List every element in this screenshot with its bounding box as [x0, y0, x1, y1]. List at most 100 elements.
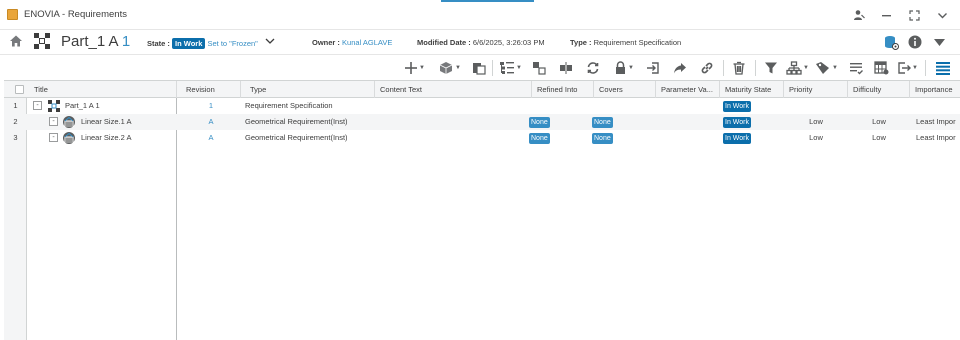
covers-badge[interactable]: None [592, 117, 613, 128]
info-icon[interactable] [907, 34, 923, 50]
column-header-content-text[interactable]: Content Text [375, 81, 532, 98]
column-header-difficulty[interactable]: Difficulty [848, 81, 910, 98]
select-all-checkbox[interactable] [15, 85, 24, 94]
geometrical-requirement-icon [62, 115, 76, 129]
grid-header: Title Revision Type Content Text Refined… [4, 81, 960, 98]
row-number: 3 [13, 133, 18, 142]
row-type: Geometrical Requirement(Inst) [245, 117, 348, 126]
type-value: Requirement Specification [593, 38, 682, 47]
row-importance: Least Impor [916, 117, 956, 126]
table-row[interactable]: 3 - Linear Size.2 A A Geometrical Requir… [4, 130, 960, 146]
fullscreen-icon[interactable] [906, 7, 922, 23]
row-maturity-state: In Work [720, 114, 784, 130]
active-tab-indicator [441, 0, 534, 2]
row-title[interactable]: Linear Size.1 A [81, 114, 176, 130]
toolbar-separator [723, 60, 724, 76]
toolbar: ▼ ▼ ▼ ▼ ▼ ▼ ▼ [0, 56, 960, 79]
app-logo [7, 9, 18, 20]
set-frozen-link[interactable]: Set to "Frozen" [207, 39, 257, 48]
replace-icon[interactable] [532, 59, 546, 77]
column-header-refined-into[interactable]: Refined Into [532, 81, 594, 98]
state-badge: In Work [172, 38, 206, 49]
import-icon[interactable] [646, 59, 660, 77]
row-revision: A [208, 117, 214, 126]
delete-icon[interactable] [732, 59, 746, 77]
geometrical-requirement-icon [62, 131, 76, 145]
hierarchy-icon[interactable]: ▼ [786, 59, 809, 77]
tag-icon[interactable]: ▼ [815, 59, 838, 77]
owner-field: Owner : Kunal AGLAVE [312, 38, 392, 47]
refresh-icon[interactable] [586, 59, 600, 77]
add-icon[interactable]: ▼ [404, 59, 425, 77]
row-difficulty: Low [872, 117, 886, 126]
toolbar-separator [755, 60, 756, 76]
row-number: 1 [13, 101, 18, 110]
column-header-priority[interactable]: Priority [784, 81, 848, 98]
column-header-maturity-state[interactable]: Maturity State [720, 81, 784, 98]
export-icon[interactable]: ▼ [897, 59, 918, 77]
type-label: Type : [570, 38, 592, 47]
maturity-badge: In Work [723, 101, 751, 112]
row-refined-into: None [529, 130, 589, 146]
structure-icon[interactable]: ▼ [499, 59, 522, 77]
column-header-revision[interactable]: Revision [181, 81, 241, 98]
object-revision: 1 [121, 33, 131, 50]
insert-icon[interactable]: ▼ [438, 59, 461, 77]
collapse-row-button[interactable]: - [33, 101, 42, 110]
collapse-header-icon[interactable] [931, 34, 947, 50]
minimize-icon[interactable] [878, 7, 894, 23]
object-title: Part_1 A 1 [61, 33, 130, 50]
object-name: Part_1 A [61, 33, 118, 50]
column-header-covers[interactable]: Covers [594, 81, 656, 98]
row-title[interactable]: Part_1 A 1 [65, 98, 175, 114]
state-dropdown-icon[interactable] [264, 35, 276, 47]
column-header-parameter-value[interactable]: Parameter Va... [656, 81, 720, 98]
row-importance: Least Impor [916, 133, 956, 142]
row-type: Geometrical Requirement(Inst) [245, 133, 348, 142]
home-icon[interactable] [9, 34, 23, 48]
owner-link[interactable]: Kunal AGLAVE [342, 38, 392, 47]
requirement-spec-icon [47, 99, 61, 113]
filter-icon[interactable] [764, 59, 778, 77]
maturity-badge: In Work [723, 117, 751, 128]
modified-value: 6/6/2025, 3:26:03 PM [472, 38, 545, 47]
state-label: State : [147, 39, 170, 48]
share-icon[interactable] [673, 59, 687, 77]
refined-into-badge[interactable]: None [529, 117, 550, 128]
row-covers: None [592, 114, 652, 130]
column-header-importance[interactable]: Importance [910, 81, 960, 98]
window-title: ENOVIA - Requirements [24, 9, 127, 20]
database-settings-icon[interactable] [883, 34, 899, 50]
row-refined-into: None [529, 114, 589, 130]
user-share-icon[interactable] [851, 7, 867, 23]
row-type: Requirement Specification [245, 101, 333, 110]
maturity-badge: In Work [723, 133, 751, 144]
state-field: State : In Work Set to "Frozen" [147, 38, 258, 49]
column-header-title[interactable]: Title [27, 81, 177, 98]
object-header: Part_1 A 1 State : In Work Set to "Froze… [0, 30, 960, 55]
collapse-row-button[interactable]: - [49, 133, 58, 142]
checklist-icon[interactable] [849, 59, 863, 77]
table-settings-icon[interactable] [874, 59, 889, 77]
collapse-row-button[interactable]: - [49, 117, 58, 126]
type-field: Type : Requirement Specification [570, 38, 681, 47]
refined-into-badge[interactable]: None [529, 133, 550, 144]
row-title[interactable]: Linear Size.2 A [81, 130, 176, 146]
menu-icon[interactable] [935, 59, 951, 77]
modified-field: Modified Date : 6/6/2025, 3:26:03 PM [417, 38, 545, 47]
paste-icon[interactable] [472, 59, 486, 77]
row-revision: A [208, 133, 214, 142]
link-icon[interactable] [700, 59, 714, 77]
chevron-down-icon[interactable] [934, 7, 950, 23]
row-priority: Low [809, 133, 823, 142]
table-row[interactable]: 1 - Part_1 A 1 1 Requirement Specificati… [4, 98, 960, 114]
lock-icon[interactable]: ▼ [614, 59, 634, 77]
window-title-bar: ENOVIA - Requirements [0, 0, 960, 30]
row-maturity-state: In Work [720, 130, 784, 146]
toolbar-separator [492, 60, 493, 76]
split-icon[interactable] [559, 59, 573, 77]
covers-badge[interactable]: None [592, 133, 613, 144]
table-row[interactable]: 2 - Linear Size.1 A A Geometrical Requir… [4, 114, 960, 130]
column-header-type[interactable]: Type [245, 81, 375, 98]
part-icon [33, 32, 51, 50]
